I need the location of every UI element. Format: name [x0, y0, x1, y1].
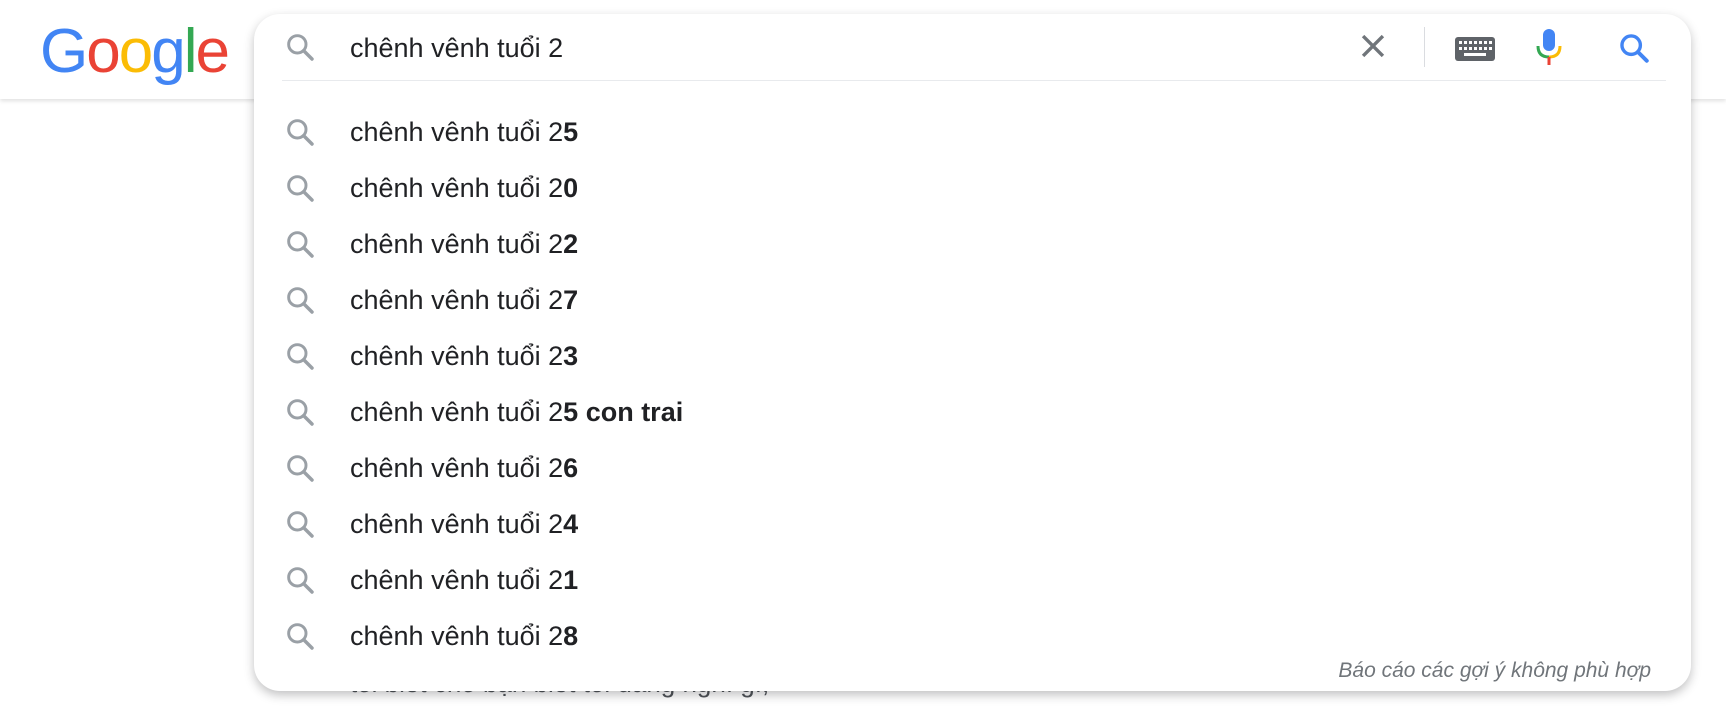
suggestion-item[interactable]: chênh vênh tuổi 23	[254, 328, 1691, 384]
suggestion-item[interactable]: chênh vênh tuổi 20	[254, 160, 1691, 216]
suggestion-item[interactable]: chênh vênh tuổi 28	[254, 608, 1691, 664]
suggestion-item[interactable]: chênh vênh tuổi 25	[254, 104, 1691, 160]
suggestion-prefix: chênh vênh tuổi 2	[350, 453, 564, 483]
suggestion-text: chênh vênh tuổi 23	[350, 340, 578, 372]
suggestion-prefix: chênh vênh tuổi 2	[350, 229, 564, 259]
suggestion-prefix: chênh vênh tuổi 2	[350, 173, 564, 203]
search-icon	[287, 399, 314, 426]
suggestion-text: chênh vênh tuổi 25 con trai	[350, 396, 683, 428]
suggestion-completion: 8	[563, 621, 579, 651]
search-icon	[287, 231, 314, 258]
suggestion-item[interactable]: chênh vênh tuổi 25 con trai	[254, 384, 1691, 440]
search-input[interactable]: chênh vênh tuổi 2	[350, 32, 563, 64]
suggestion-item[interactable]: chênh vênh tuổi 22	[254, 216, 1691, 272]
suggestion-prefix: chênh vênh tuổi 2	[350, 285, 564, 315]
close-icon[interactable]	[1356, 29, 1390, 63]
suggestion-item[interactable]: chênh vênh tuổi 27	[254, 272, 1691, 328]
keyboard-icon[interactable]	[1454, 36, 1496, 62]
suggestion-text: chênh vênh tuổi 27	[350, 284, 578, 316]
search-autocomplete-box: chênh vênh tuổi 2 chênh vênh tuổi 25 chê…	[254, 14, 1691, 691]
suggestion-text: chênh vênh tuổi 20	[350, 172, 578, 204]
suggestion-text: chênh vênh tuổi 24	[350, 508, 578, 540]
search-icon	[287, 343, 314, 370]
suggestion-prefix: chênh vênh tuổi 2	[350, 509, 564, 539]
divider	[1424, 27, 1425, 67]
search-icon	[287, 175, 314, 202]
suggestion-completion: 7	[563, 285, 579, 315]
suggestion-item[interactable]: chênh vênh tuổi 24	[254, 496, 1691, 552]
suggestion-prefix: chênh vênh tuổi 2	[350, 117, 564, 147]
suggestion-list: chênh vênh tuổi 25 chênh vênh tuổi 20 chên…	[254, 104, 1691, 664]
search-icon	[287, 567, 314, 594]
search-icon	[287, 119, 314, 146]
suggestion-prefix: chênh vênh tuổi 2	[350, 341, 564, 371]
suggestion-prefix: chênh vênh tuổi 2	[350, 397, 564, 427]
microphone-icon[interactable]	[1534, 27, 1564, 67]
suggestion-completion: 2	[563, 229, 579, 259]
report-suggestions-link[interactable]: Báo cáo các gợi ý không phù hợp	[1338, 659, 1651, 683]
suggestion-completion: 0	[563, 173, 579, 203]
suggestion-item[interactable]: chênh vênh tuổi 26	[254, 440, 1691, 496]
search-icon	[287, 623, 314, 650]
suggestion-text: chênh vênh tuổi 28	[350, 620, 578, 652]
suggestion-completion: 4	[563, 509, 579, 539]
search-submit-icon[interactable]	[1617, 31, 1651, 65]
suggestion-completion: 6	[563, 453, 579, 483]
suggestion-text: chênh vênh tuổi 21	[350, 564, 578, 596]
suggestion-completion: 5 con trai	[563, 397, 684, 427]
suggestion-completion: 1	[563, 565, 579, 595]
suggestion-prefix: chênh vênh tuổi 2	[350, 565, 564, 595]
suggestion-completion: 3	[563, 341, 579, 371]
google-logo[interactable]: Google	[40, 16, 230, 88]
suggestion-prefix: chênh vênh tuổi 2	[350, 621, 564, 651]
search-input-row: chênh vênh tuổi 2	[254, 14, 1691, 80]
search-icon	[287, 287, 314, 314]
suggestion-text: chênh vênh tuổi 25	[350, 116, 578, 148]
suggestion-text: chênh vênh tuổi 26	[350, 452, 578, 484]
divider	[282, 80, 1666, 81]
search-icon	[287, 455, 314, 482]
suggestion-completion: 5	[563, 117, 579, 147]
search-icon	[287, 511, 314, 538]
search-icon	[287, 34, 314, 61]
suggestion-item[interactable]: chênh vênh tuổi 21	[254, 552, 1691, 608]
suggestion-text: chênh vênh tuổi 22	[350, 228, 578, 260]
